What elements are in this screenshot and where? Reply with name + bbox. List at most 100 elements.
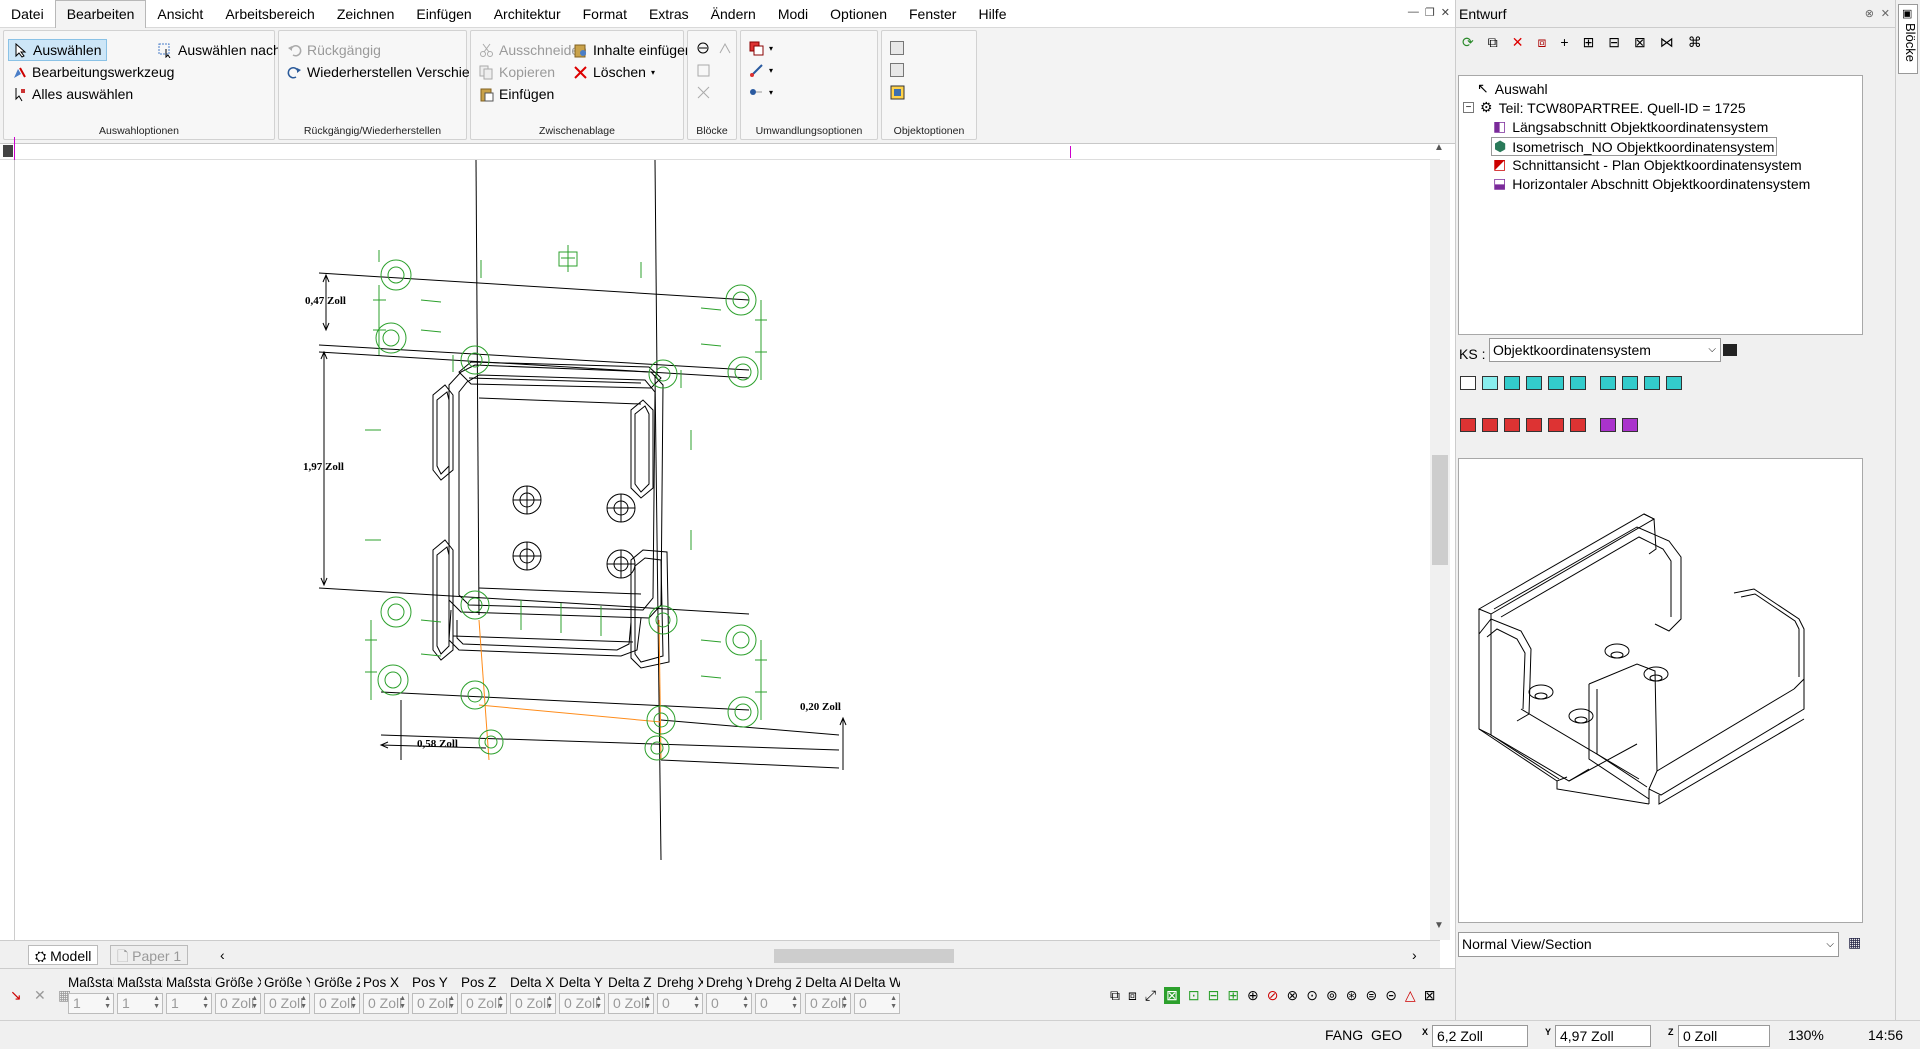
menu-8[interactable]: Format [572, 1, 638, 27]
property-field[interactable]: 0 ▲ ▼ [706, 993, 752, 1014]
property-field[interactable]: 0 ▲ ▼ [755, 993, 801, 1014]
isometric-preview[interactable] [1458, 458, 1863, 923]
property-field[interactable]: 0 Zoll ▲ ▼ [559, 993, 605, 1014]
vertical-scrollbar[interactable]: ▲ ▼ [1430, 142, 1450, 940]
restore-icon[interactable]: ❐ [1425, 6, 1435, 19]
refresh-icon[interactable]: ⟳ [1462, 34, 1474, 51]
spinner-icon[interactable]: ▲ ▼ [497, 995, 504, 1011]
view-cube-icon[interactable] [1570, 376, 1586, 390]
property-field[interactable]: 0 ▲ ▼ [854, 993, 900, 1014]
scroll-right-icon[interactable]: › [1412, 947, 1417, 963]
block-explode-button[interactable] [714, 37, 737, 59]
property-field[interactable]: 0 Zoll ▲ ▼ [412, 993, 458, 1014]
object-option-3[interactable] [886, 81, 909, 103]
spinner-icon[interactable]: ▲ ▼ [595, 995, 602, 1011]
section-cube-icon[interactable] [1526, 418, 1542, 432]
section-cube-icon[interactable] [1460, 418, 1476, 432]
minimize-icon[interactable]: — [1408, 6, 1419, 19]
close-icon[interactable]: ✕ [1441, 6, 1450, 19]
tree-item-auswahl[interactable]: ↖ Auswahl [1477, 80, 1548, 97]
view-cube-icon[interactable] [1526, 376, 1542, 390]
spinner-icon[interactable]: ▲ ▼ [448, 995, 455, 1011]
menu-12[interactable]: Optionen [819, 1, 898, 27]
drawing-canvas[interactable]: 0,47 Zoll 1,97 Zoll 0,20 Zoll 0,58 Zoll [14, 160, 1430, 940]
view-cube-icon[interactable] [1622, 376, 1638, 390]
camera-icon[interactable] [1723, 344, 1737, 356]
alles-auswaehlen-button[interactable]: Alles auswählen [8, 83, 137, 105]
snap-icon-10[interactable]: ⊗ [1287, 987, 1299, 1004]
property-field[interactable]: 0 Zoll ▲ ▼ [805, 993, 851, 1014]
tab-bloecke[interactable]: ▣ Blöcke [1898, 4, 1918, 74]
menu-14[interactable]: Hilfe [967, 1, 1017, 27]
block-attr-button[interactable] [692, 81, 715, 103]
geo-toggle[interactable]: GEO [1371, 1027, 1402, 1043]
spinner-icon[interactable]: ▲ ▼ [300, 995, 307, 1011]
section-cube-icon[interactable] [1570, 418, 1586, 432]
menu-11[interactable]: Modi [767, 1, 819, 27]
tree-item-view-2[interactable]: ◩ Schnittansicht - Plan Objektkoordinate… [1493, 156, 1802, 173]
property-field[interactable]: 0 Zoll ▲ ▼ [510, 993, 556, 1014]
snap-icon-9[interactable]: ⊘ [1267, 987, 1279, 1004]
menu-2[interactable]: Bearbeiten [54, 0, 147, 28]
view-icon-1[interactable]: ⊞ [1583, 34, 1595, 51]
view-icon-2[interactable]: ⊟ [1608, 34, 1620, 51]
block-insert-button[interactable] [692, 37, 715, 59]
section-cube-icon[interactable] [1548, 418, 1564, 432]
view-cube-icon[interactable] [1460, 376, 1476, 390]
menu-10[interactable]: Ändern [700, 1, 767, 27]
scroll-up-icon[interactable]: ▲ [1434, 142, 1444, 153]
view-cube-icon[interactable] [1482, 376, 1498, 390]
inhalte-einfuegen-button[interactable]: Inhalte einfügen [569, 39, 697, 61]
property-field[interactable]: 0 ▲ ▼ [657, 993, 703, 1014]
section-cube-icon[interactable] [1600, 418, 1616, 432]
auswaehlen-nach-button[interactable]: Auswählen nach ▾ [154, 39, 294, 61]
tree-item-view-1[interactable]: ⬢ Isometrisch_NO Objektkoordinatensystem [1491, 137, 1778, 156]
snap-icon-16[interactable]: △ [1405, 987, 1416, 1004]
spinner-icon[interactable]: ▲ ▼ [742, 995, 749, 1011]
property-field[interactable]: 0 Zoll ▲ ▼ [461, 993, 507, 1014]
spinner-icon[interactable]: ▲ ▼ [251, 995, 258, 1011]
section-cube-icon[interactable] [1622, 418, 1638, 432]
scroll-left-icon[interactable]: ‹ [220, 947, 225, 963]
calendar-settings-icon[interactable]: ▦ [1848, 934, 1861, 951]
spinner-icon[interactable]: ▲ ▼ [202, 995, 209, 1011]
snap-icon-8[interactable]: ⊕ [1247, 987, 1259, 1004]
convert-button-2[interactable]: ▾ [745, 59, 777, 81]
menu-9[interactable]: Extras [638, 1, 700, 27]
close-icon[interactable]: ✕ [1881, 0, 1890, 28]
snap-icon-14[interactable]: ⊜ [1365, 987, 1377, 1004]
property-field[interactable]: 0 Zoll ▲ ▼ [608, 993, 654, 1014]
menu-4[interactable]: Arbeitsbereich [214, 1, 326, 27]
convert-button-3[interactable]: ▾ [745, 81, 777, 103]
spinner-icon[interactable]: ▲ ▼ [350, 995, 357, 1011]
snap-icon-13[interactable]: ⊛ [1346, 987, 1358, 1004]
fang-toggle[interactable]: FANG [1325, 1027, 1363, 1043]
property-field[interactable]: 1 ▲ ▼ [166, 993, 212, 1014]
view-cube-icon[interactable] [1644, 376, 1660, 390]
snap-icon-11[interactable]: ⊙ [1306, 987, 1318, 1004]
delete-icon[interactable]: ✕ [1512, 34, 1524, 51]
copy-view-icon[interactable]: ⧈ [1537, 34, 1546, 51]
snap-icon-17[interactable]: ⊠ [1424, 987, 1436, 1004]
menu-1[interactable]: Datei [0, 1, 55, 27]
property-field[interactable]: 1 ▲ ▼ [117, 993, 163, 1014]
snap-icon-15[interactable]: ⊝ [1385, 987, 1397, 1004]
block-edit-button[interactable] [692, 59, 715, 81]
loeschen-button[interactable]: Löschen ▾ [569, 61, 659, 83]
view-cube-icon[interactable] [1548, 376, 1564, 390]
tree-item-view-0[interactable]: ◧ Längsabschnitt Objektkoordinatensystem [1493, 118, 1768, 135]
horizontal-scroll-thumb[interactable] [774, 949, 954, 963]
snap-icon-6[interactable]: ⊟ [1208, 987, 1220, 1004]
spinner-icon[interactable]: ▲ ▼ [841, 995, 848, 1011]
add-icon[interactable]: + [1560, 34, 1568, 51]
snap-icon-2[interactable]: ⧈ [1128, 987, 1137, 1004]
spinner-icon[interactable]: ▲ ▼ [791, 995, 798, 1011]
bearbeitungswerkzeug-button[interactable]: Bearbeitungswerkzeug [8, 61, 178, 83]
tab-modell[interactable]: ⛭ Modell [28, 945, 99, 965]
menu-5[interactable]: Zeichnen [326, 1, 406, 27]
view-cube-icon[interactable] [1504, 376, 1520, 390]
menu-7[interactable]: Architektur [483, 1, 572, 27]
snap-icon-1[interactable]: ⧉ [1110, 987, 1120, 1004]
property-field[interactable]: 1 ▲ ▼ [68, 993, 114, 1014]
section-cube-icon[interactable] [1504, 418, 1520, 432]
